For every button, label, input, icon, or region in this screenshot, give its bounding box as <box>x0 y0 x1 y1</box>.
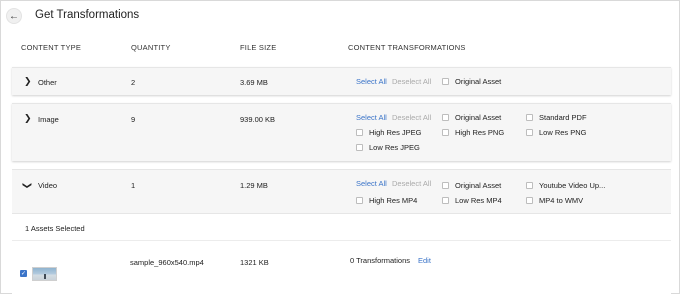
deselect-all-link[interactable]: Deselect All <box>392 179 431 188</box>
checkbox[interactable] <box>356 144 363 151</box>
option-low-res-jpeg[interactable]: Low Res JPEG <box>356 143 420 152</box>
option-original-asset[interactable]: Original Asset <box>442 77 501 86</box>
option-label: High Res PNG <box>455 128 505 137</box>
option-high-res-mp4[interactable]: High Res MP4 <box>356 196 417 205</box>
file-size: 3.69 MB <box>240 78 268 87</box>
option-high-res-jpeg[interactable]: High Res JPEG <box>356 128 422 137</box>
header: ← Get Transformations <box>1 1 679 31</box>
chevron-right-icon[interactable]: ❯ <box>24 113 32 124</box>
select-all-link[interactable]: Select All <box>356 113 387 122</box>
column-header-file-size: FILE SIZE <box>240 43 277 52</box>
quantity: 1 <box>131 181 136 190</box>
video-asset-details: 1 Assets Selected ✓ sample_960x540.mp4 1… <box>12 213 671 294</box>
option-label: Low Res MP4 <box>455 196 502 205</box>
checkbox[interactable] <box>356 129 363 136</box>
arrow-left-icon: ← <box>9 10 19 22</box>
divider <box>12 240 671 241</box>
content-type: Other <box>38 78 57 87</box>
deselect-all-link[interactable]: Deselect All <box>392 113 431 122</box>
checkbox[interactable] <box>442 182 449 189</box>
transformations-dialog: ← Get Transformations CONTENT TYPE QUANT… <box>0 0 680 294</box>
option-label: Low Res PNG <box>539 128 587 137</box>
group-row-image[interactable]: ❯ Image 9 939.00 KB Select All Deselect … <box>12 103 671 161</box>
content-type: Image <box>38 115 59 124</box>
file-size: 939.00 KB <box>240 115 276 124</box>
chevron-right-icon[interactable]: ❯ <box>24 76 32 87</box>
option-label: Low Res JPEG <box>369 143 420 152</box>
group-row-other[interactable]: ❯ Other 2 3.69 MB Select All Deselect Al… <box>12 67 671 95</box>
checkbox[interactable] <box>442 129 449 136</box>
checkbox[interactable] <box>526 182 533 189</box>
checkmark-icon: ✓ <box>20 270 27 277</box>
option-label: Original Asset <box>455 113 502 122</box>
column-headers: CONTENT TYPE QUANTITY FILE SIZE CONTENT … <box>1 41 679 55</box>
option-mp4-to-wmv[interactable]: MP4 to WMV <box>526 196 583 205</box>
asset-thumbnail[interactable] <box>32 267 57 281</box>
quantity: 9 <box>131 115 136 124</box>
asset-file-size: 1321 KB <box>240 258 269 267</box>
column-header-quantity: QUANTITY <box>131 43 171 52</box>
content-type: Video <box>38 181 58 190</box>
assets-selected-count: 1 Assets Selected <box>25 224 85 233</box>
option-label: High Res JPEG <box>369 128 422 137</box>
column-header-content-transformations: CONTENT TRANSFORMATIONS <box>348 43 466 52</box>
group-row-video[interactable]: ❯ Video 1 1.29 MB Select All Deselect Al… <box>12 169 671 213</box>
option-youtube-video-upload[interactable]: Youtube Video Up... <box>526 181 605 190</box>
column-header-content-type: CONTENT TYPE <box>21 43 82 52</box>
back-button[interactable]: ← <box>6 8 22 24</box>
option-label: Youtube Video Up... <box>539 181 606 190</box>
option-low-res-mp4[interactable]: Low Res MP4 <box>442 196 502 205</box>
option-standard-pdf[interactable]: Standard PDF <box>526 113 587 122</box>
checkbox[interactable] <box>442 197 449 204</box>
checkbox[interactable] <box>442 114 449 121</box>
page-title: Get Transformations <box>35 9 140 21</box>
quantity: 2 <box>131 78 136 87</box>
asset-checkbox[interactable]: ✓ <box>20 270 27 277</box>
edit-link[interactable]: Edit <box>418 256 431 265</box>
select-all-link[interactable]: Select All <box>356 179 387 188</box>
option-high-res-png[interactable]: High Res PNG <box>442 128 504 137</box>
asset-transformations-count: 0 Transformations <box>350 256 411 265</box>
checkbox[interactable] <box>442 78 449 85</box>
option-original-asset[interactable]: Original Asset <box>442 113 501 122</box>
option-label: High Res MP4 <box>369 196 418 205</box>
option-original-asset[interactable]: Original Asset <box>442 181 501 190</box>
checkbox[interactable] <box>526 114 533 121</box>
thumbnail-figure <box>44 274 46 279</box>
chevron-down-icon[interactable]: ❯ <box>21 182 32 190</box>
checkbox[interactable] <box>526 197 533 204</box>
checkbox[interactable] <box>526 129 533 136</box>
option-label: MP4 to WMV <box>539 196 584 205</box>
select-all-link[interactable]: Select All <box>356 77 387 86</box>
file-size: 1.29 MB <box>240 181 268 190</box>
deselect-all-link[interactable]: Deselect All <box>392 77 431 86</box>
option-label: Original Asset <box>455 77 502 86</box>
asset-file-name: sample_960x540.mp4 <box>130 258 204 267</box>
option-low-res-png[interactable]: Low Res PNG <box>526 128 587 137</box>
option-label: Standard PDF <box>539 113 587 122</box>
checkbox[interactable] <box>356 197 363 204</box>
option-label: Original Asset <box>455 181 502 190</box>
